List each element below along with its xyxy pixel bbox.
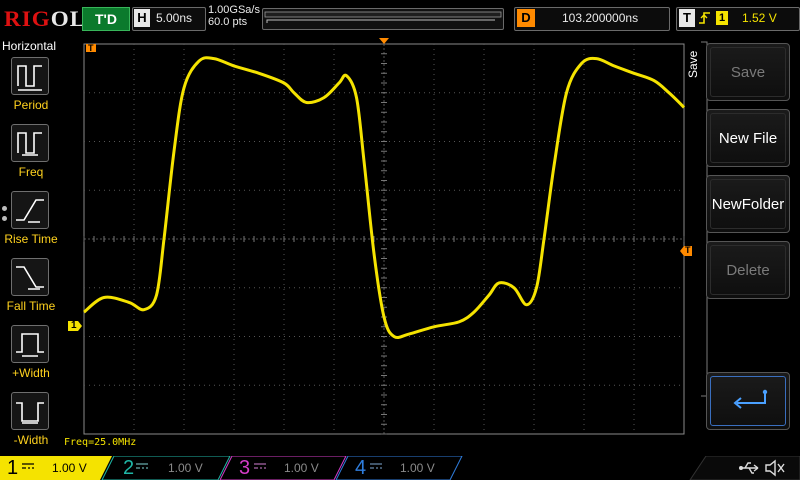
channel-2-scale: 1.00 V — [168, 461, 203, 475]
channel-3-scale: 1.00 V — [284, 461, 319, 475]
channel-3-tab[interactable]: 3 — [239, 456, 250, 480]
newfolder-button[interactable]: NewFolder — [706, 175, 790, 233]
channel-4-scale: 1.00 V — [400, 461, 435, 475]
trigger-position-marker[interactable] — [379, 38, 389, 44]
ch1-marker-label: 1 — [71, 320, 77, 331]
channel-1-tab[interactable]: 1 — [7, 456, 18, 480]
channel-2-tab[interactable]: 2 — [123, 456, 134, 480]
graticule — [83, 43, 685, 435]
channel-4-tab[interactable]: 4 — [355, 456, 366, 480]
save-button[interactable]: Save — [706, 43, 790, 101]
new-file-button[interactable]: New File — [706, 109, 790, 167]
frequency-measurement: Freq=25.0MHz — [64, 437, 137, 448]
right-menu-title: Save — [686, 50, 700, 78]
speaker-muted-icon[interactable] — [764, 458, 786, 478]
delete-button[interactable]: Delete — [706, 241, 790, 299]
channel-1-scale: 1.00 V — [52, 461, 87, 475]
enter-button[interactable] — [706, 372, 790, 430]
usb-icon — [739, 462, 759, 474]
ch1-trigger-marker-label: T — [88, 43, 94, 53]
enter-icon — [733, 389, 768, 409]
waveform-display — [68, 38, 692, 435]
